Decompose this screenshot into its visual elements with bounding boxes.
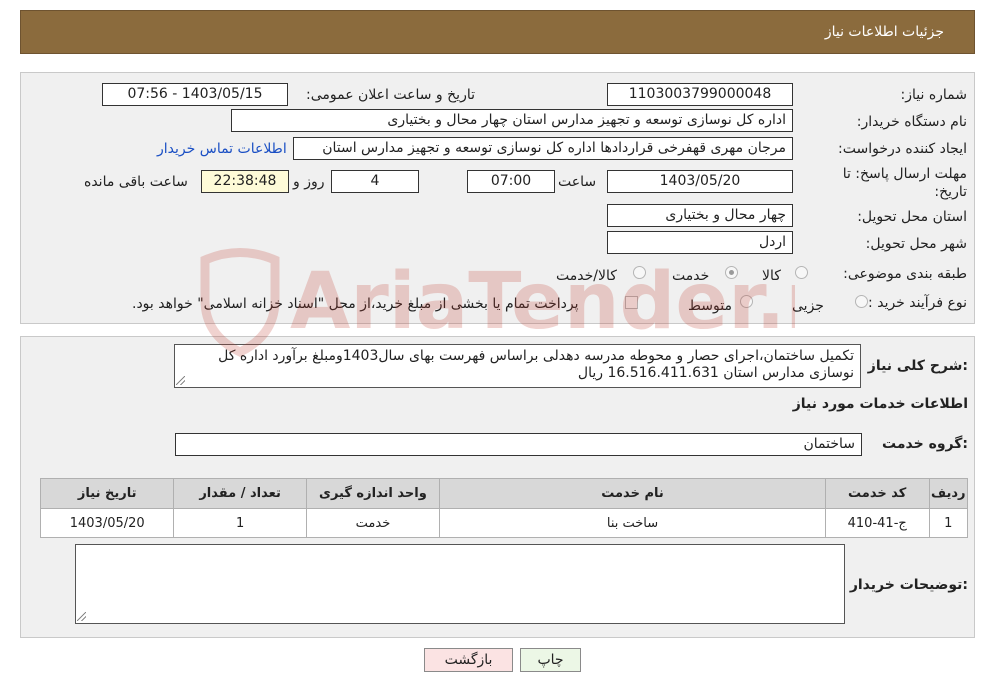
buyer-org-field: اداره کل نوسازی توسعه و تجهیز مدارس استا… [231,109,793,132]
deadline-days-field: 4 [331,170,419,193]
requester-label: ایجاد کننده درخواست: [838,141,967,157]
col-need-date: تاریخ نیاز [39,478,175,509]
description-label: شرح کلی نیاز: [867,358,968,374]
category-option-service-radio[interactable] [725,266,738,279]
deadline-time-label: ساعت [558,174,597,190]
deadline-date-field: 1403/05/20 [607,170,793,193]
need-number-field: 1103003799000048 [607,83,793,106]
remaining-time-field: 22:38:48 [201,170,289,193]
delivery-city-field: اردل [607,231,793,254]
print-button[interactable]: چاپ [520,648,581,672]
delivery-province-label: استان محل تحویل: [857,209,967,225]
page-title: جزئیات اطلاعات نیاز [824,24,944,40]
cell-need-date: 1403/05/20 [39,508,175,538]
buyer-contact-link[interactable]: اطلاعات تماس خریدار [157,141,287,157]
services-table: ردیف کد خدمت نام خدمت واحد اندازه گیری ت… [39,478,968,538]
page-header: جزئیات اطلاعات نیاز [20,10,975,54]
delivery-province-field: چهار محال و بختیاری [607,204,793,227]
deadline-label-line1: مهلت ارسال پاسخ: تا [842,166,967,182]
category-option-both-label: کالا/خدمت [556,268,617,284]
col-service-name: نام خدمت [439,478,826,509]
col-row-number: ردیف [928,478,968,509]
purchase-process-label: نوع فرآیند خرید : [868,295,967,311]
col-quantity: تعداد / مقدار [173,478,307,509]
buyer-org-label: نام دستگاه خریدار: [856,114,967,130]
category-option-both-radio[interactable] [633,266,646,279]
cell-quantity: 1 [173,508,307,538]
cell-unit: خدمت [305,508,441,538]
category-option-goods-radio[interactable] [795,266,808,279]
description-field: تکمیل ساختمان،اجرای حصار و محوطه مدرسه د… [174,344,861,388]
announce-datetime-label: تاریخ و ساعت اعلان عمومی: [306,87,475,103]
cell-row-number: 1 [928,508,968,538]
announce-datetime-field: 1403/05/15 - 07:56 [102,83,288,106]
treasury-note: پرداخت تمام یا بخشی از مبلغ خرید،از محل … [132,296,579,312]
cell-service-name: ساخت بنا [439,508,826,538]
process-option-minor-radio[interactable] [855,295,868,308]
category-option-service-label: خدمت [672,268,710,284]
buyer-notes-field[interactable] [75,544,845,624]
deadline-days-label: روز و [293,174,325,190]
buyer-notes-label: توضیحات خریدار: [849,577,968,593]
process-option-medium-label: متوسط [688,298,732,314]
service-group-field: ساختمان [175,433,862,456]
services-table-header: ردیف کد خدمت نام خدمت واحد اندازه گیری ت… [39,478,968,509]
col-service-code: کد خدمت [824,478,930,509]
services-section-title: اطلاعات خدمات مورد نیاز [792,396,968,412]
remaining-time-label: ساعت باقی مانده [84,174,188,190]
deadline-time-field: 07:00 [467,170,555,193]
table-row: 1 ج-41-410 ساخت بنا خدمت 1 1403/05/20 [39,508,968,538]
description-text: تکمیل ساختمان،اجرای حصار و محوطه مدرسه د… [218,348,854,381]
category-option-goods-label: کالا [762,268,781,284]
description-resize-grip[interactable] [176,376,185,385]
category-label: طبقه بندی موضوعی: [843,266,967,282]
requester-field: مرجان مهری قهفرخی قراردادها اداره کل نوس… [293,137,793,160]
col-unit: واحد اندازه گیری [305,478,441,509]
service-group-label: گروه خدمت: [882,436,968,452]
treasury-note-checkbox[interactable] [625,296,638,309]
process-option-minor-label: جزیی [792,298,824,314]
need-number-label: شماره نیاز: [900,87,968,103]
deadline-label-line2: تاریخ: [934,184,967,200]
delivery-city-label: شهر محل تحویل: [865,236,967,252]
buyer-notes-resize-grip[interactable] [77,612,86,621]
cell-service-code: ج-41-410 [824,508,930,538]
back-button[interactable]: بازگشت [424,648,513,672]
process-option-medium-radio[interactable] [740,295,753,308]
